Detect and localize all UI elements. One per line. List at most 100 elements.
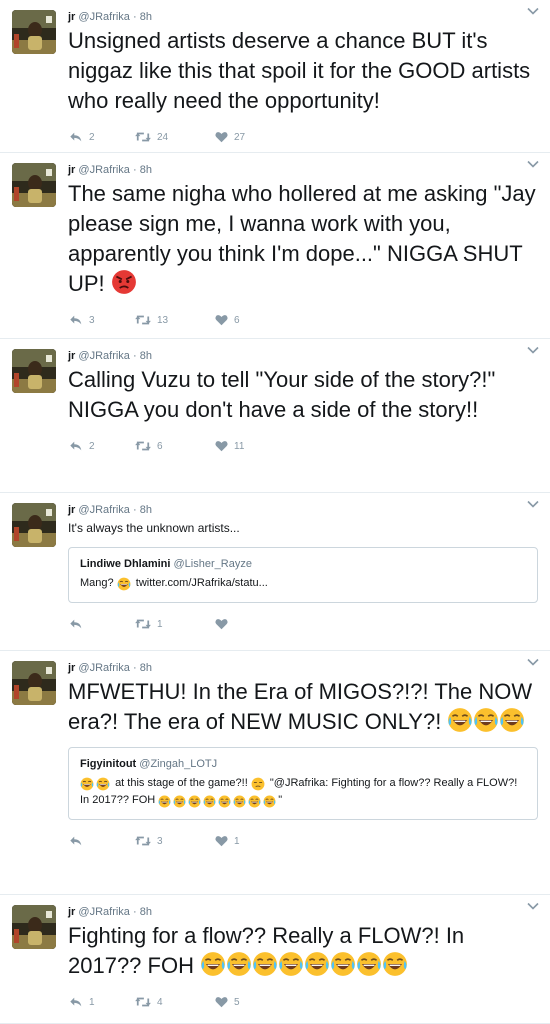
- reply-arrow-icon: [68, 995, 84, 1009]
- avatar[interactable]: [12, 661, 56, 705]
- chevron-down-icon[interactable]: [526, 657, 540, 667]
- display-name[interactable]: jr: [68, 504, 75, 516]
- quoted-link[interactable]: twitter.com/JRafrika/statu...: [136, 577, 268, 589]
- reply-arrow-icon: [68, 834, 84, 848]
- heart-icon: [214, 995, 229, 1009]
- quoted-tweet-text: at this stage of the game?!! "@JRafrika:…: [80, 775, 525, 809]
- avatar[interactable]: [12, 163, 56, 207]
- quoted-handle: @Lisher_Rayze: [173, 558, 252, 570]
- chevron-down-icon[interactable]: [526, 345, 540, 355]
- avatar[interactable]: [12, 503, 56, 547]
- display-name[interactable]: jr: [68, 662, 75, 674]
- like-button[interactable]: 6: [214, 313, 240, 327]
- tweet[interactable]: jr @JRafrika · 8h Fighting for a flow?? …: [0, 895, 550, 1024]
- handle[interactable]: @JRafrika: [78, 662, 130, 674]
- retweet-icon: [134, 834, 152, 848]
- tweet-actions: 1: [68, 609, 538, 639]
- retweet-icon: [134, 995, 152, 1009]
- like-button[interactable]: 11: [214, 439, 244, 453]
- tweet[interactable]: jr @JRafrika · 8h It's always the unknow…: [0, 493, 550, 651]
- like-count: 11: [234, 440, 245, 452]
- heart-icon: [214, 439, 229, 453]
- avatar[interactable]: [12, 349, 56, 393]
- reply-arrow-icon: [68, 439, 84, 453]
- like-button[interactable]: [214, 617, 234, 631]
- reply-arrow-icon: [68, 617, 84, 631]
- tears-of-joy-emoji: [382, 951, 408, 977]
- retweet-count: 3: [157, 835, 163, 847]
- reply-button[interactable]: 2: [68, 130, 134, 144]
- retweet-button[interactable]: 6: [134, 439, 214, 453]
- reply-button[interactable]: 1: [68, 995, 134, 1009]
- reply-button[interactable]: 2: [68, 439, 134, 453]
- display-name[interactable]: jr: [68, 350, 75, 362]
- retweet-button[interactable]: 13: [134, 313, 214, 327]
- timestamp[interactable]: · 8h: [133, 11, 152, 23]
- like-count: 6: [234, 314, 240, 326]
- chevron-down-icon[interactable]: [526, 6, 540, 16]
- reply-count: 3: [89, 314, 95, 326]
- chevron-down-icon[interactable]: [526, 499, 540, 509]
- display-name[interactable]: jr: [68, 164, 75, 176]
- quoted-tweet-header: Lindiwe Dhlamini @Lisher_Rayze: [80, 556, 525, 572]
- handle[interactable]: @JRafrika: [78, 11, 130, 23]
- tweet[interactable]: jr @JRafrika · 8h Calling Vuzu to tell "…: [0, 339, 550, 493]
- tweet-header: jr @JRafrika · 8h: [68, 349, 538, 363]
- like-button[interactable]: 27: [214, 130, 245, 144]
- handle[interactable]: @JRafrika: [78, 906, 130, 918]
- reply-button[interactable]: [68, 617, 134, 631]
- tears-of-joy-emoji: [218, 795, 231, 808]
- like-count: 5: [234, 996, 240, 1008]
- display-name[interactable]: jr: [68, 906, 75, 918]
- timestamp[interactable]: · 8h: [133, 906, 152, 918]
- avatar[interactable]: [12, 10, 56, 54]
- retweet-count: 1: [157, 618, 163, 630]
- handle[interactable]: @JRafrika: [78, 164, 130, 176]
- tweet-header: jr @JRafrika · 8h: [68, 163, 538, 177]
- tears-of-joy-emoji: [252, 951, 278, 977]
- quoted-tweet[interactable]: Lindiwe Dhlamini @Lisher_Rayze Mang? twi…: [68, 547, 538, 603]
- tweet-header: jr @JRafrika · 8h: [68, 661, 538, 675]
- timestamp[interactable]: · 8h: [133, 504, 152, 516]
- handle[interactable]: @JRafrika: [78, 350, 130, 362]
- tweet[interactable]: jr @JRafrika · 8h Unsigned artists deser…: [0, 0, 550, 153]
- retweet-button[interactable]: 3: [134, 834, 214, 848]
- tweet[interactable]: jr @JRafrika · 8h The same nigha who hol…: [0, 153, 550, 339]
- tweet[interactable]: jr @JRafrika · 8h MFWETHU! In the Era of…: [0, 651, 550, 895]
- tears-of-joy-emoji: [263, 795, 276, 808]
- reply-button[interactable]: 3: [68, 313, 134, 327]
- tears-of-joy-emoji: [356, 951, 382, 977]
- tweet-text: Fighting for a flow?? Really a FLOW?! In…: [68, 921, 538, 981]
- quoted-text-part: at this stage of the game?!!: [115, 777, 248, 789]
- quoted-tweet[interactable]: Figyinitout @Zingah_LOTJ at this stage o…: [68, 747, 538, 820]
- tweet-text: Calling Vuzu to tell "Your side of the s…: [68, 367, 496, 422]
- handle[interactable]: @JRafrika: [78, 504, 130, 516]
- quoted-tweet-text: Mang? twitter.com/JRafrika/statu...: [80, 575, 525, 592]
- retweet-icon: [134, 130, 152, 144]
- retweet-count: 13: [157, 314, 169, 326]
- display-name[interactable]: jr: [68, 11, 75, 23]
- tears-of-joy-emoji: [248, 795, 261, 808]
- retweet-button[interactable]: 24: [134, 130, 214, 144]
- timestamp[interactable]: · 8h: [133, 662, 152, 674]
- tears-of-joy-emoji: [233, 795, 246, 808]
- chevron-down-icon[interactable]: [526, 901, 540, 911]
- timestamp[interactable]: · 8h: [133, 350, 152, 362]
- avatar[interactable]: [12, 905, 56, 949]
- timestamp[interactable]: · 8h: [133, 164, 152, 176]
- tweet-header: jr @JRafrika · 8h: [68, 10, 538, 24]
- chevron-down-icon[interactable]: [526, 159, 540, 169]
- tears-of-joy-emoji: [80, 777, 94, 791]
- retweet-button[interactable]: 4: [134, 995, 214, 1009]
- tweet-text: The same nigha who hollered at me asking…: [68, 179, 538, 299]
- like-button[interactable]: 1: [214, 834, 240, 848]
- tweet-text: Unsigned artists deserve a chance BUT it…: [68, 28, 531, 113]
- retweet-button[interactable]: 1: [134, 617, 214, 631]
- timeline: jr @JRafrika · 8h Unsigned artists deser…: [0, 0, 550, 1024]
- tweet-actions: 1 4 5: [68, 987, 538, 1017]
- reply-button[interactable]: [68, 834, 134, 848]
- retweet-count: 24: [157, 131, 169, 143]
- tweet-actions: 2 6 11: [68, 431, 538, 461]
- quoted-display-name: Figyinitout: [80, 758, 137, 770]
- like-button[interactable]: 5: [214, 995, 240, 1009]
